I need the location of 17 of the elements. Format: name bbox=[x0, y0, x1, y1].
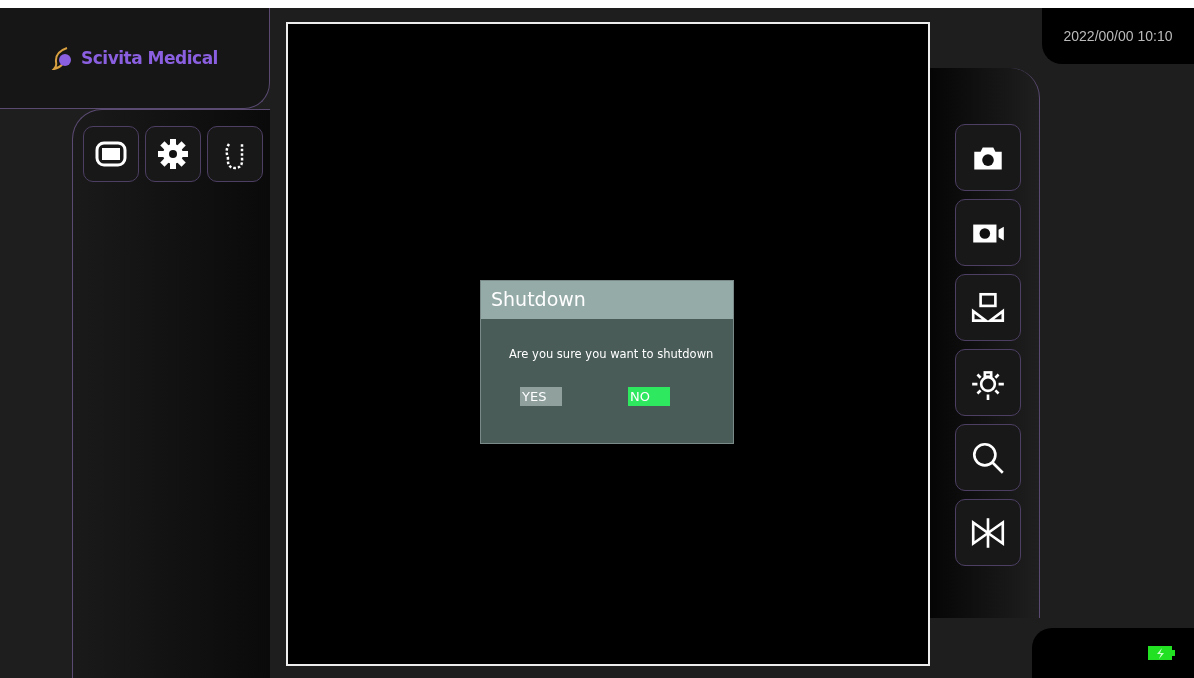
brand-name: Scivita Medical bbox=[81, 48, 218, 68]
settings-button[interactable] bbox=[145, 126, 201, 182]
camera-button[interactable] bbox=[955, 124, 1021, 191]
mirror-button[interactable] bbox=[955, 499, 1021, 566]
search-button[interactable] bbox=[955, 424, 1021, 491]
settings-icon bbox=[155, 136, 191, 172]
monitor-button[interactable] bbox=[83, 126, 139, 182]
keystone-button[interactable] bbox=[955, 274, 1021, 341]
date-time: 2022/00/00 10:10 bbox=[1063, 28, 1173, 44]
dialog-button[interactable]: YES bbox=[520, 387, 562, 406]
dialog-message: Are you sure you want to shutdown bbox=[509, 347, 715, 361]
dialog-button[interactable]: NO bbox=[628, 387, 670, 406]
light-bulb-button[interactable] bbox=[955, 349, 1021, 416]
endoscope-button[interactable] bbox=[207, 126, 263, 182]
video-camera-button[interactable] bbox=[955, 199, 1021, 266]
battery-icon bbox=[1148, 645, 1176, 661]
dialog-title: Shutdown bbox=[481, 281, 733, 319]
